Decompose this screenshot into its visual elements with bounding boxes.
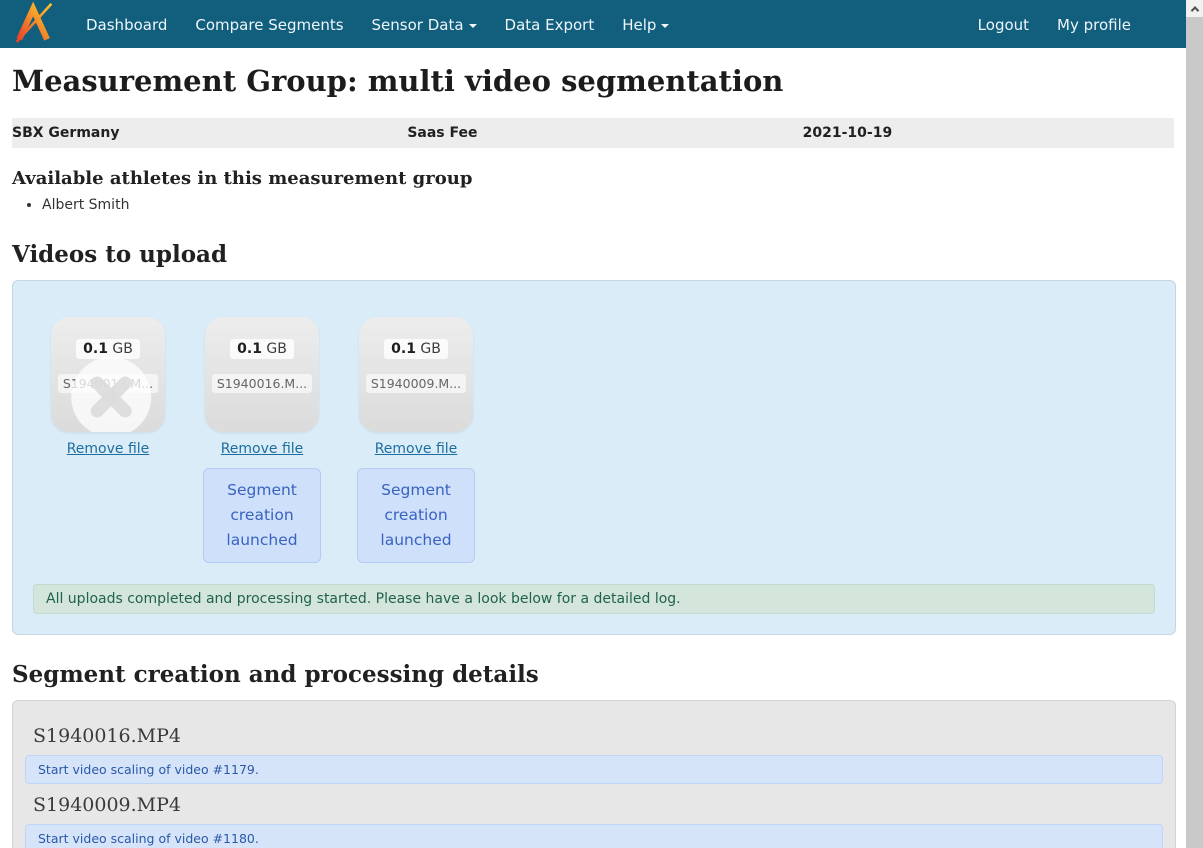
meta-team: SBX Germany <box>12 125 399 141</box>
upload-dropzone-panel[interactable]: 0.1 GB S1940013.M... Remove file 0.1 GB … <box>12 280 1176 635</box>
scroll-up-button[interactable] <box>1186 0 1203 17</box>
nav-item-logout[interactable]: Logout <box>964 16 1043 34</box>
log-entry: S1940016.MP4 Start video scaling of vide… <box>25 725 1163 784</box>
main-navbar: Dashboard Compare Segments Sensor Data D… <box>0 0 1186 48</box>
file-size: 0.1 GB <box>76 339 140 359</box>
caret-down-icon <box>469 24 477 28</box>
upload-success-alert: All uploads completed and processing sta… <box>33 584 1155 614</box>
meta-location: Saas Fee <box>399 125 786 141</box>
brand-logo[interactable] <box>14 1 54 47</box>
upload-cards-row: 0.1 GB S1940013.M... Remove file 0.1 GB … <box>33 317 1155 563</box>
upload-section-heading: Videos to upload <box>12 241 1174 268</box>
log-message-alert: Start video scaling of video #1180. <box>25 824 1163 848</box>
file-name: S1940016.M... <box>212 374 312 393</box>
athlete-list: Albert Smith <box>42 195 1174 215</box>
processing-details-panel: S1940016.MP4 Start video scaling of vide… <box>12 700 1176 848</box>
upload-item: 0.1 GB S1940013.M... Remove file <box>49 317 167 563</box>
measurement-meta-bar: SBX Germany Saas Fee 2021-10-19 <box>12 118 1174 148</box>
cross-mark-icon <box>71 357 151 432</box>
nav-item-dashboard[interactable]: Dashboard <box>72 16 181 34</box>
nav-item-data-export[interactable]: Data Export <box>491 16 609 34</box>
remove-file-link[interactable]: Remove file <box>67 441 150 457</box>
page-title: Measurement Group: multi video segmentat… <box>12 64 1174 98</box>
file-name: S1940009.M... <box>366 374 466 393</box>
remove-file-link[interactable]: Remove file <box>221 441 304 457</box>
file-preview-card: 0.1 GB S1940009.M... <box>359 317 473 432</box>
nav-item-help[interactable]: Help <box>608 16 683 34</box>
file-preview-card: 0.1 GB S1940016.M... <box>205 317 319 432</box>
upload-item: 0.1 GB S1940009.M... Remove file Segment… <box>357 317 475 563</box>
segment-status-badge: Segment creation launched <box>203 468 321 563</box>
remove-file-link[interactable]: Remove file <box>375 441 458 457</box>
caret-down-icon <box>661 24 669 28</box>
nav-links-left: Dashboard Compare Segments Sensor Data D… <box>72 15 683 34</box>
chevron-up-icon <box>1190 6 1198 14</box>
athletes-heading: Available athletes in this measurement g… <box>12 168 1174 189</box>
file-size: 0.1 GB <box>230 339 294 359</box>
page-content: Measurement Group: multi video segmentat… <box>0 64 1186 848</box>
mountain-logo-icon <box>14 1 54 47</box>
log-entry: S1940009.MP4 Start video scaling of vide… <box>25 794 1163 848</box>
nav-item-my-profile[interactable]: My profile <box>1043 16 1145 34</box>
nav-links-right: Logout My profile <box>964 15 1145 34</box>
file-preview-card: 0.1 GB S1940013.M... <box>51 317 165 432</box>
details-section-heading: Segment creation and processing details <box>12 661 1174 688</box>
vertical-scrollbar[interactable] <box>1186 0 1203 848</box>
log-message-alert: Start video scaling of video #1179. <box>25 755 1163 784</box>
log-file-name: S1940009.MP4 <box>33 794 1163 816</box>
athlete-list-item: Albert Smith <box>42 195 1174 215</box>
nav-item-compare-segments[interactable]: Compare Segments <box>181 16 357 34</box>
nav-item-sensor-data[interactable]: Sensor Data <box>358 16 491 34</box>
upload-item: 0.1 GB S1940016.M... Remove file Segment… <box>203 317 321 563</box>
file-size: 0.1 GB <box>384 339 448 359</box>
segment-status-badge: Segment creation launched <box>357 468 475 563</box>
log-file-name: S1940016.MP4 <box>33 725 1163 747</box>
meta-date: 2021-10-19 <box>787 125 1174 141</box>
